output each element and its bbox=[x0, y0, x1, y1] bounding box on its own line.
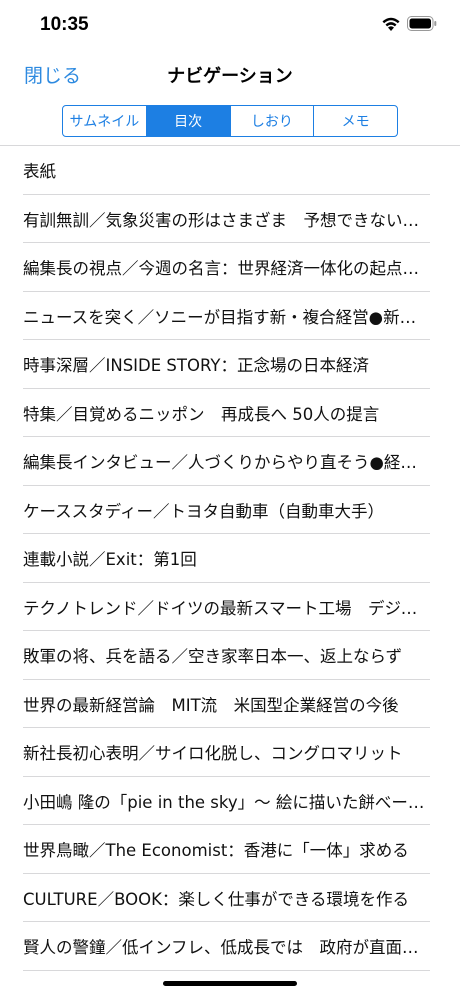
toc-row[interactable]: 小田嶋 隆の「pie in the sky」〜 絵に描いた餅べーカリー bbox=[0, 777, 460, 826]
toc-row[interactable]: テクノトレンド／ドイツの最新スマート工場 デジタル化 bbox=[0, 583, 460, 632]
toc-row[interactable]: 表紙 bbox=[0, 146, 460, 195]
toc-row-label: ニュースを突く／ソニーが目指す新・複合経営●新たな成長 bbox=[23, 307, 430, 327]
segment-tab[interactable]: しおり bbox=[229, 106, 314, 136]
toc-row-label: 編集長インタビュー／人づくりからやり直そう●経営者 bbox=[23, 453, 430, 473]
navigation-screen: 10:35 閉じる ナビゲーション サムネイル 目次 しおり メモ 表紙有訓無訓／気象… bbox=[0, 0, 460, 996]
toc-row-label: 連載小説／Exit：第1回 bbox=[23, 550, 197, 570]
toc-row[interactable]: ケーススタディー／トヨタ自動車（自動車大手） bbox=[0, 486, 460, 535]
toc-row[interactable]: CULTURE／BOOK：楽しく仕事ができる環境を作る bbox=[0, 874, 460, 923]
toc-row-label: ケーススタディー／トヨタ自動車（自動車大手） bbox=[23, 501, 385, 521]
toc-row-label: 新社長初心表明／サイロ化脱し、コングロマリット bbox=[23, 744, 403, 764]
toc-row[interactable]: 特集／目覚めるニッポン 再成長へ 50人の提言 bbox=[0, 389, 460, 438]
toc-row[interactable]: 編集長の視点／今週の名言：世界経済一体化の起点となる bbox=[0, 243, 460, 292]
status-bar: 10:35 bbox=[0, 0, 460, 50]
toc-row-label: 表紙 bbox=[23, 162, 56, 182]
toc-row[interactable]: 世界の最新経営論 MIT流 米国型企業経営の今後 bbox=[0, 680, 460, 729]
nav-title: ナビゲーション bbox=[167, 66, 293, 87]
segment-tab[interactable]: サムネイル bbox=[63, 106, 146, 136]
toc-row[interactable]: ニュースを突く／ソニーが目指す新・複合経営●新たな成長 bbox=[0, 292, 460, 341]
toc-row[interactable]: 編集長インタビュー／人づくりからやり直そう●経営者 bbox=[0, 437, 460, 486]
toc-row-label: CULTURE／BOOK：楽しく仕事ができる環境を作る bbox=[23, 889, 410, 909]
toc-row-label: 特集／目覚めるニッポン 再成長へ 50人の提言 bbox=[23, 404, 380, 424]
status-time: 10:35 bbox=[40, 14, 89, 35]
segment-tab[interactable]: 目次 bbox=[145, 106, 230, 136]
toc-row-label: 有訓無訓／気象災害の形はさまざま 予想できない事態を想定し最悪の事態に備えよ bbox=[23, 210, 430, 230]
toc-row[interactable]: 有訓無訓／気象災害の形はさまざま 予想できない事態を想定し最悪の事態に備えよ bbox=[0, 195, 460, 244]
toc-row-label: テクノトレンド／ドイツの最新スマート工場 デジタル化 bbox=[23, 598, 430, 618]
toc-row[interactable]: 連載小説／Exit：第1回 bbox=[0, 534, 460, 583]
toc-row[interactable]: 世界鳥瞰／The Economist：香港に「一体」求める bbox=[0, 825, 460, 874]
toc-row-label: 小田嶋 隆の「pie in the sky」〜 絵に描いた餅べーカリー bbox=[23, 792, 430, 812]
toc-row-label: 賢人の警鐘／低インフレ、低成長では 政府が直面する bbox=[23, 938, 430, 958]
segmented-control: サムネイル 目次 しおり メモ bbox=[62, 105, 398, 137]
toc-row-label: 敗軍の将、兵を語る／空き家率日本一、返上ならず bbox=[23, 647, 403, 667]
toc-row-label: 世界の最新経営論 MIT流 米国型企業経営の今後 bbox=[23, 695, 399, 715]
toc-row-label: 編集長の視点／今週の名言：世界経済一体化の起点となる bbox=[23, 259, 430, 279]
segment-tab[interactable]: メモ bbox=[313, 106, 397, 136]
battery-icon bbox=[407, 16, 437, 31]
navigation-bar: 閉じる ナビゲーション bbox=[0, 52, 460, 96]
toc-row[interactable]: 賢人の警鐘／低インフレ、低成長では 政府が直面する bbox=[0, 922, 460, 971]
toc-row[interactable]: 敗軍の将、兵を語る／空き家率日本一、返上ならず bbox=[0, 631, 460, 680]
toc-row-label: 時事深層／INSIDE STORY：正念場の日本経済 bbox=[23, 356, 369, 376]
toc-row[interactable]: 新社長初心表明／サイロ化脱し、コングロマリット bbox=[0, 728, 460, 777]
toc-list: 表紙有訓無訓／気象災害の形はさまざま 予想できない事態を想定し最悪の事態に備えよ… bbox=[0, 146, 460, 971]
toc-row-label: 世界鳥瞰／The Economist：香港に「一体」求める bbox=[23, 841, 409, 861]
wifi-icon bbox=[382, 17, 400, 31]
home-indicator bbox=[163, 981, 297, 986]
toc-row[interactable]: 時事深層／INSIDE STORY：正念場の日本経済 bbox=[0, 340, 460, 389]
